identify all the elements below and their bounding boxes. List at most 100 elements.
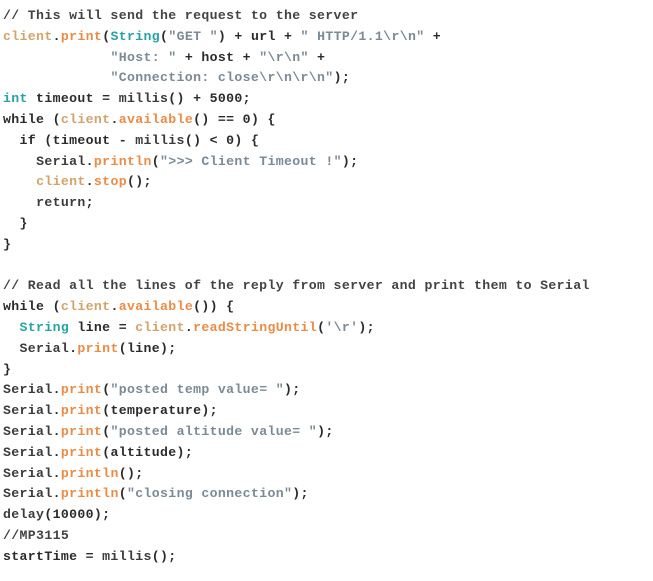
code-viewer[interactable]: // This will send the request to the ser… [0, 0, 653, 581]
code-token-object_strong: Serial [3, 486, 53, 502]
code-token-object_strong: Serial [3, 423, 53, 439]
code-token-plain: ; [85, 195, 94, 211]
code-token-string: "\r\n" [259, 49, 309, 65]
code-token-method: print [60, 423, 103, 439]
code-token-plain: if (timeout - [3, 132, 136, 148]
code-token-plain: } [3, 361, 12, 377]
code-token-method: print [60, 444, 103, 460]
code-token-plain: . [52, 486, 61, 502]
code-line[interactable]: return; [0, 193, 653, 214]
code-line[interactable]: } [0, 214, 653, 235]
code-token-object_strong: Serial [3, 444, 53, 460]
code-line[interactable]: "Connection: close\r\n\r\n"); [0, 68, 653, 89]
code-token-method: print [60, 382, 103, 398]
code-token-function: millis [102, 548, 152, 564]
code-token-method: stop [93, 174, 127, 190]
code-line[interactable]: Serial.println(); [0, 464, 653, 485]
code-token-plain: ( [118, 486, 127, 502]
code-line[interactable]: while (client.available()) { [0, 297, 653, 318]
code-line[interactable]: } [0, 235, 653, 256]
code-token-plain: . [52, 403, 61, 419]
code-line[interactable]: Serial.print(temperature); [0, 401, 653, 422]
code-token-plain: while ( [3, 111, 61, 127]
code-line[interactable]: Serial.print("posted altitude value= "); [0, 422, 653, 443]
code-token-object: client [60, 111, 111, 127]
code-token-plain: () < 0) { [184, 132, 260, 148]
code-token-plain: line = [69, 319, 136, 335]
code-token-string: "Connection: close\r\n\r\n" [110, 70, 334, 86]
code-token-plain: . [52, 28, 61, 44]
code-token-method: println [60, 486, 119, 502]
code-line[interactable]: Serial.println(">>> Client Timeout !"); [0, 152, 653, 173]
code-token-plain: (line); [118, 340, 177, 356]
code-line[interactable]: int timeout = millis() + 5000; [0, 89, 653, 110]
code-line[interactable]: Serial.print("posted temp value= "); [0, 380, 653, 401]
code-token-plain: () + 5000; [168, 91, 251, 107]
code-token-plain: (temperature); [102, 403, 218, 419]
code-line[interactable]: delay(10000); [0, 505, 653, 526]
code-token-plain: ); [292, 486, 309, 502]
code-token-function: delay [3, 507, 45, 523]
code-token-plain: startTime = [3, 548, 103, 564]
code-token-type: String [110, 28, 161, 44]
code-line[interactable]: // This will send the request to the ser… [0, 6, 653, 27]
code-line[interactable]: String line = client.readStringUntil('\r… [0, 318, 653, 339]
code-token-string: "GET " [168, 28, 218, 44]
code-token-method: available [118, 299, 194, 315]
code-token-plain: ); [341, 153, 359, 169]
code-line[interactable]: // Read all the lines of the reply from … [0, 276, 653, 297]
code-token-plain: (10000); [44, 507, 111, 523]
code-token-object: client [36, 174, 86, 190]
code-token-plain: + host + [176, 49, 260, 65]
code-token-plain: ); [333, 70, 351, 86]
code-token-plain: . [52, 423, 61, 439]
code-token-object_strong: Serial [3, 382, 53, 398]
code-token-method: print [60, 28, 103, 44]
code-token-plain: . [85, 174, 94, 190]
code-token-function: millis [135, 132, 185, 148]
code-token-plain: while ( [3, 299, 61, 315]
code-token-method: print [77, 340, 119, 356]
code-token-comment: // This will send the request to the ser… [3, 8, 359, 23]
code-line[interactable]: while (client.available() == 0) { [0, 110, 653, 131]
code-line[interactable]: Serial.print(line); [0, 339, 653, 360]
code-line[interactable]: "Host: " + host + "\r\n" + [0, 48, 653, 69]
code-token-plain: ); [358, 319, 375, 335]
code-token-return_keyword: return [36, 195, 86, 211]
code-line[interactable]: client.stop(); [0, 172, 653, 193]
code-token-plain: ); [317, 423, 334, 439]
code-token-method: readStringUntil [193, 319, 318, 335]
code-line[interactable]: if (timeout - millis() < 0) { [0, 131, 653, 152]
code-token-object: client [135, 319, 185, 335]
code-token-string: '\r' [325, 319, 359, 335]
code-token-plain: } [3, 215, 28, 231]
code-line[interactable]: client.print(String("GET ") + url + " HT… [0, 27, 653, 48]
code-token-plain: (); [126, 174, 152, 190]
code-token-comment: // Read all the lines of the reply from … [3, 278, 590, 294]
code-token-string: "posted altitude value= " [110, 423, 318, 439]
code-line[interactable]: Serial.print(altitude); [0, 443, 653, 464]
code-token-object: client [60, 299, 111, 315]
code-token-string: "posted temp value= " [110, 382, 284, 398]
code-token-plain: timeout = [27, 91, 119, 107]
code-line[interactable]: } [0, 360, 653, 381]
code-token-string: " HTTP/1.1\r\n" [300, 28, 425, 44]
code-token-type: String [19, 319, 70, 335]
code-token-object: client [3, 28, 53, 44]
code-token-plain: ()) { [193, 299, 235, 315]
code-lines-container: // This will send the request to the ser… [0, 6, 653, 568]
code-token-object_strong: Serial [3, 403, 53, 419]
code-line[interactable]: //MP3115 [0, 526, 653, 547]
code-line[interactable]: startTime = millis(); [0, 547, 653, 568]
code-token-function: millis [118, 91, 169, 107]
code-line[interactable] [0, 256, 653, 277]
code-token-object_strong: Serial [19, 340, 70, 356]
code-line[interactable]: Serial.println("closing connection"); [0, 484, 653, 505]
code-token-plain: ( [151, 153, 161, 169]
code-token-string: "closing connection" [126, 486, 293, 502]
